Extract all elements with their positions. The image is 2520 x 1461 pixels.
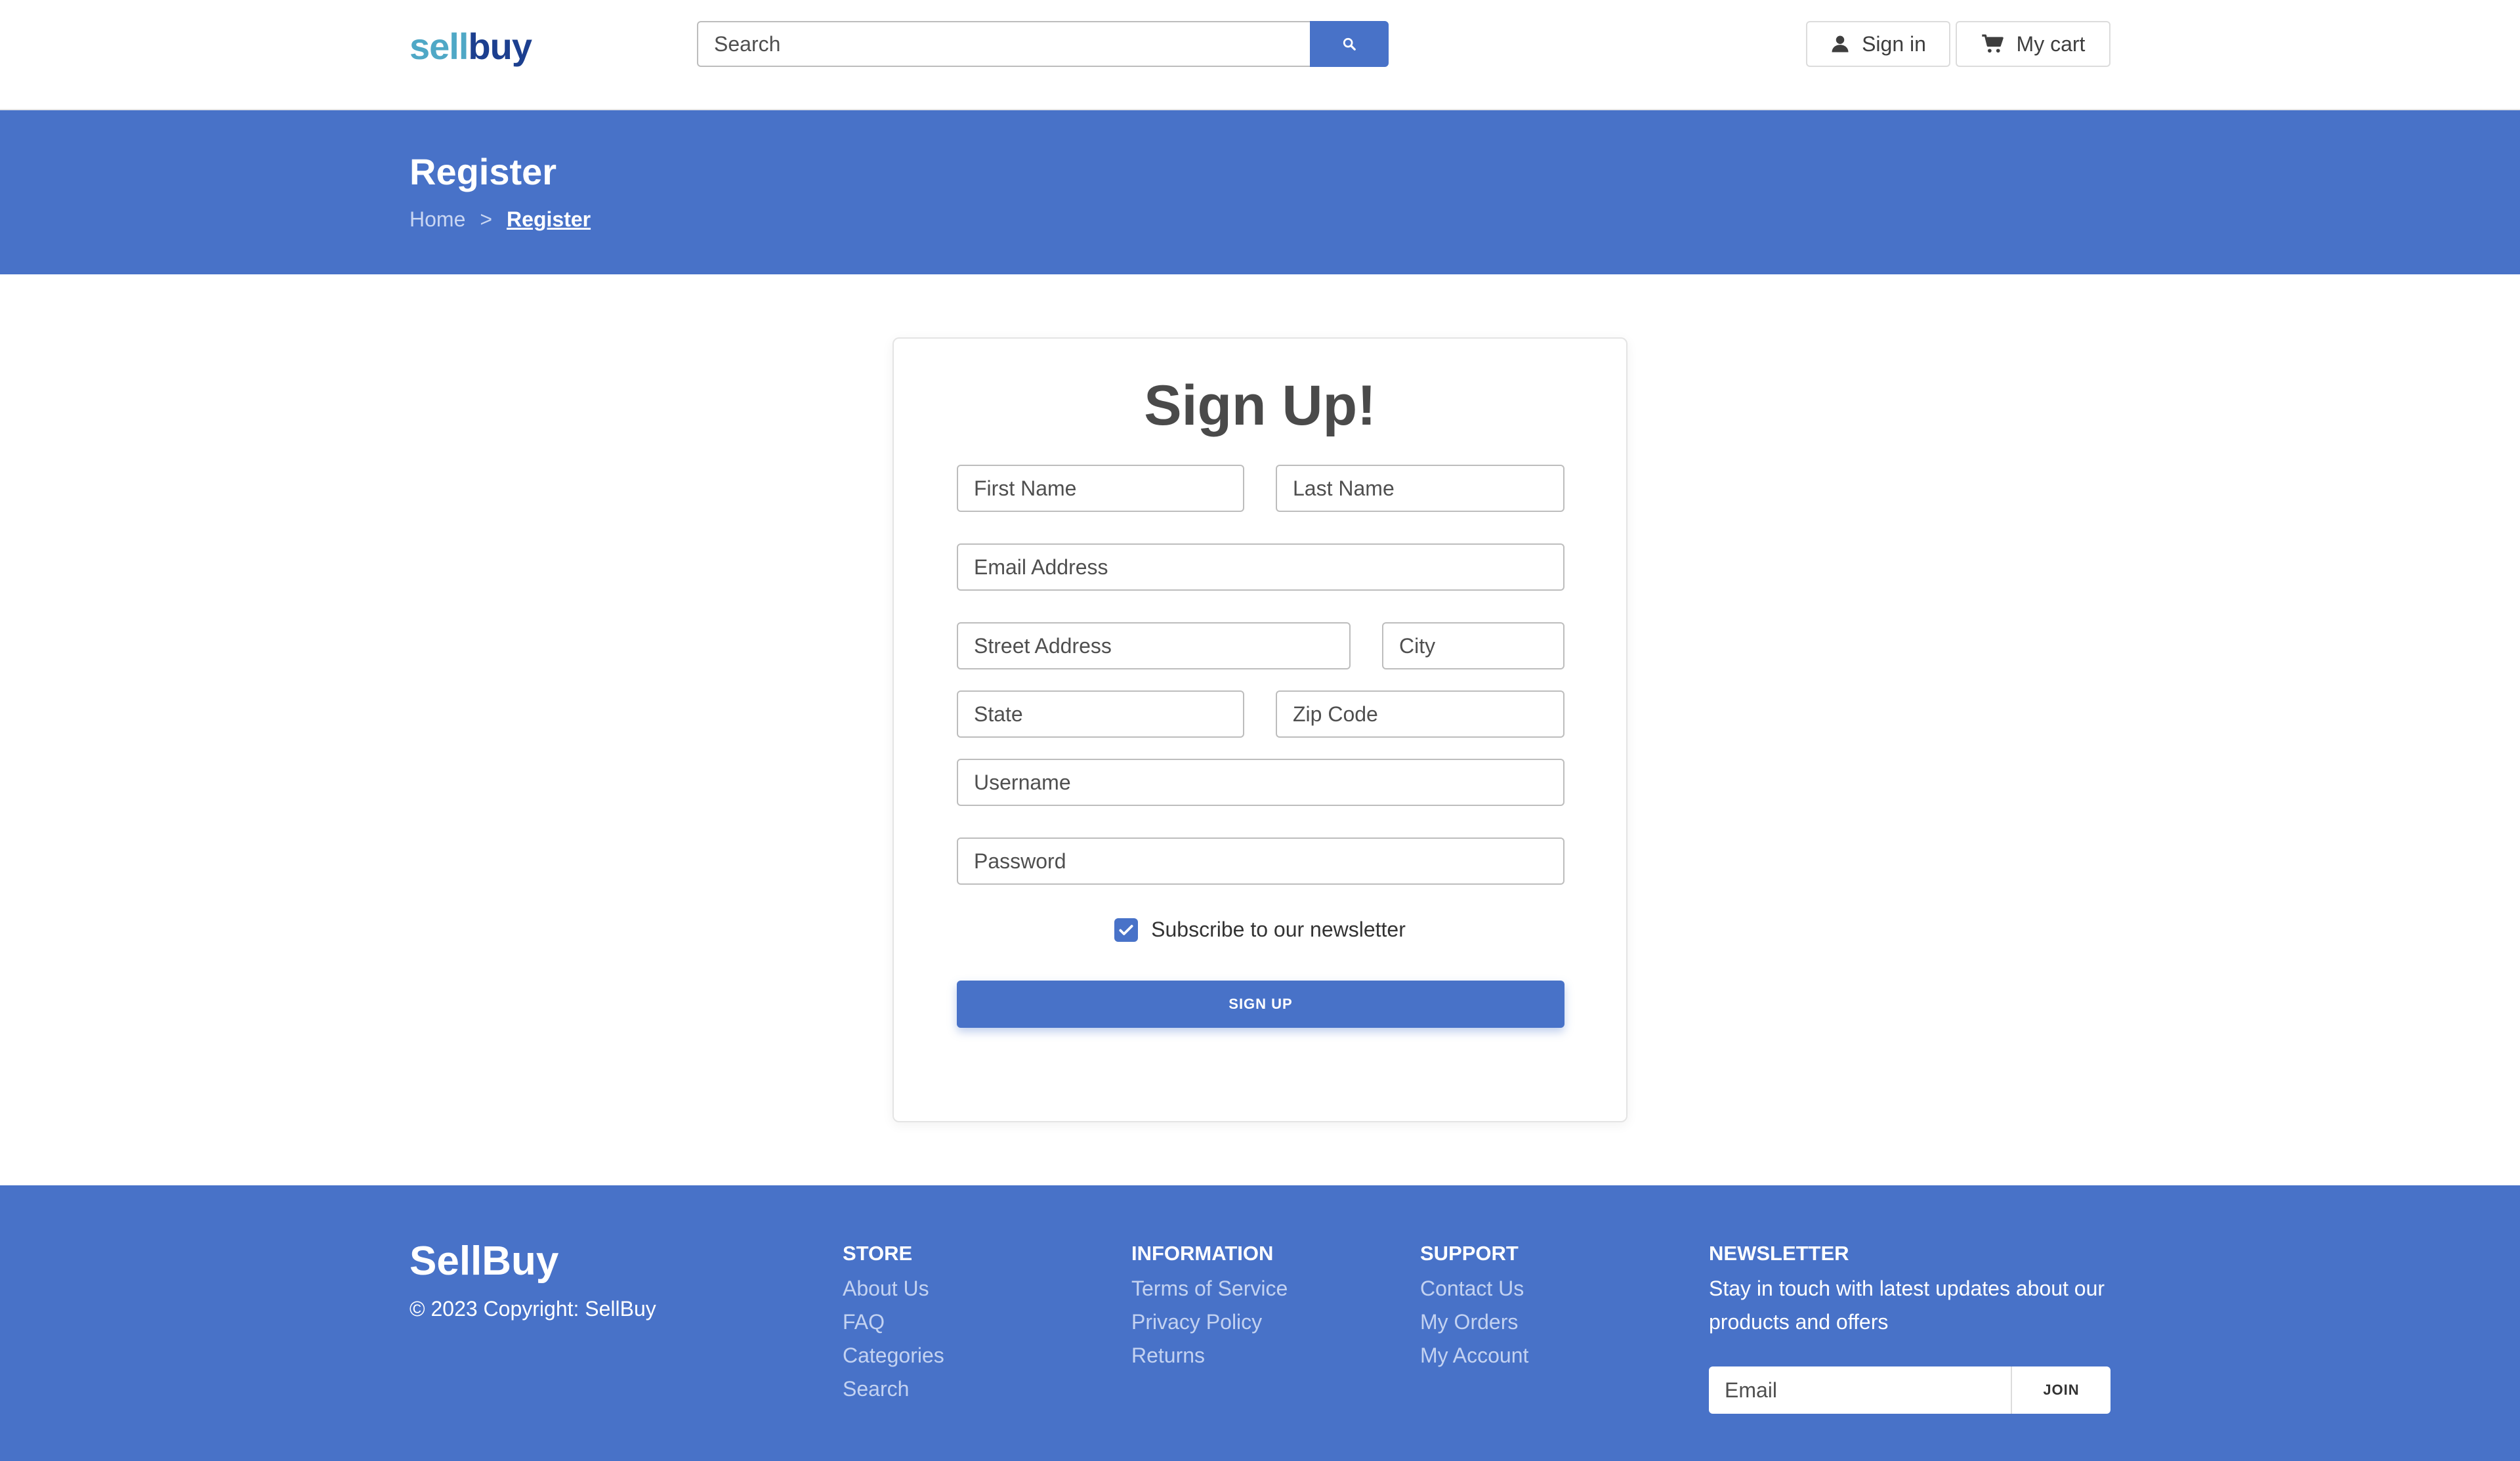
top-navbar: sellbuy Sign in My cart (0, 0, 2520, 110)
newsletter-checkbox-row: Subscribe to our newsletter (894, 918, 1626, 942)
state-field[interactable] (957, 690, 1244, 738)
footer-link-privacy[interactable]: Privacy Policy (1131, 1305, 1288, 1339)
username-field[interactable] (957, 759, 1564, 806)
city-field[interactable] (1382, 622, 1564, 669)
footer-newsletter-text: Stay in touch with latest updates about … (1709, 1277, 2105, 1334)
checkmark-icon (1119, 924, 1133, 935)
footer-link-faq[interactable]: FAQ (843, 1305, 944, 1339)
footer-link-my-account[interactable]: My Account (1420, 1339, 1528, 1372)
footer: SellBuy © 2023 Copyright: SellBuy STORE … (0, 1185, 2520, 1461)
footer-newsletter-column: NEWSLETTER Stay in touch with latest upd… (1709, 1238, 2116, 1414)
search-bar (697, 21, 1389, 67)
page-banner: Register Home > Register (0, 110, 2520, 274)
my-cart-label: My cart (2016, 32, 2086, 56)
sellbuy-logo[interactable]: sellbuy (410, 24, 532, 70)
breadcrumb: Home > Register (410, 206, 591, 232)
footer-link-search[interactable]: Search (843, 1372, 944, 1406)
search-icon (1343, 37, 1356, 51)
signup-card: Sign Up! Subscribe to our newsletter SIG… (892, 337, 1628, 1122)
newsletter-join-button[interactable]: JOIN (2011, 1366, 2110, 1414)
logo-part-buy: buy (468, 26, 532, 67)
footer-information-column: INFORMATION Terms of Service Privacy Pol… (1131, 1238, 1288, 1372)
page-title: Register (410, 151, 557, 192)
last-name-field[interactable] (1276, 465, 1564, 512)
footer-brand: SellBuy (410, 1239, 559, 1284)
search-button[interactable] (1310, 21, 1389, 67)
newsletter-form: JOIN (1709, 1366, 2110, 1414)
zip-code-field[interactable] (1276, 690, 1564, 738)
sign-in-button[interactable]: Sign in (1806, 21, 1950, 67)
street-address-field[interactable] (957, 622, 1351, 669)
password-field[interactable] (957, 837, 1564, 885)
sign-in-label: Sign in (1862, 32, 1926, 56)
footer-link-terms[interactable]: Terms of Service (1131, 1272, 1288, 1305)
breadcrumb-home-link[interactable]: Home (410, 206, 465, 232)
footer-link-returns[interactable]: Returns (1131, 1339, 1288, 1372)
footer-newsletter-heading: NEWSLETTER (1709, 1242, 1849, 1265)
footer-support-heading: SUPPORT (1420, 1242, 1519, 1265)
footer-link-my-orders[interactable]: My Orders (1420, 1305, 1528, 1339)
footer-link-about-us[interactable]: About Us (843, 1272, 944, 1305)
footer-store-column: STORE About Us FAQ Categories Search (843, 1238, 944, 1406)
footer-store-heading: STORE (843, 1242, 913, 1265)
signup-title: Sign Up! (1144, 374, 1376, 437)
email-field[interactable] (957, 543, 1564, 591)
shopping-cart-icon (1981, 34, 2004, 53)
first-name-field[interactable] (957, 465, 1244, 512)
search-input[interactable] (697, 21, 1310, 67)
my-cart-button[interactable]: My cart (1956, 21, 2110, 67)
footer-information-heading: INFORMATION (1131, 1242, 1274, 1265)
footer-copyright: © 2023 Copyright: SellBuy (410, 1297, 656, 1321)
user-icon (1832, 35, 1849, 53)
newsletter-email-input[interactable] (1709, 1366, 2011, 1414)
footer-support-column: SUPPORT Contact Us My Orders My Account (1420, 1238, 1528, 1372)
newsletter-checkbox[interactable] (1114, 918, 1139, 942)
footer-link-categories[interactable]: Categories (843, 1339, 944, 1372)
logo-part-sell: sell (410, 26, 469, 67)
newsletter-checkbox-label: Subscribe to our newsletter (1151, 918, 1406, 941)
footer-link-contact[interactable]: Contact Us (1420, 1272, 1528, 1305)
breadcrumb-separator: > (480, 207, 493, 231)
sign-up-button[interactable]: SIGN UP (957, 981, 1564, 1028)
breadcrumb-current-link[interactable]: Register (507, 206, 591, 232)
